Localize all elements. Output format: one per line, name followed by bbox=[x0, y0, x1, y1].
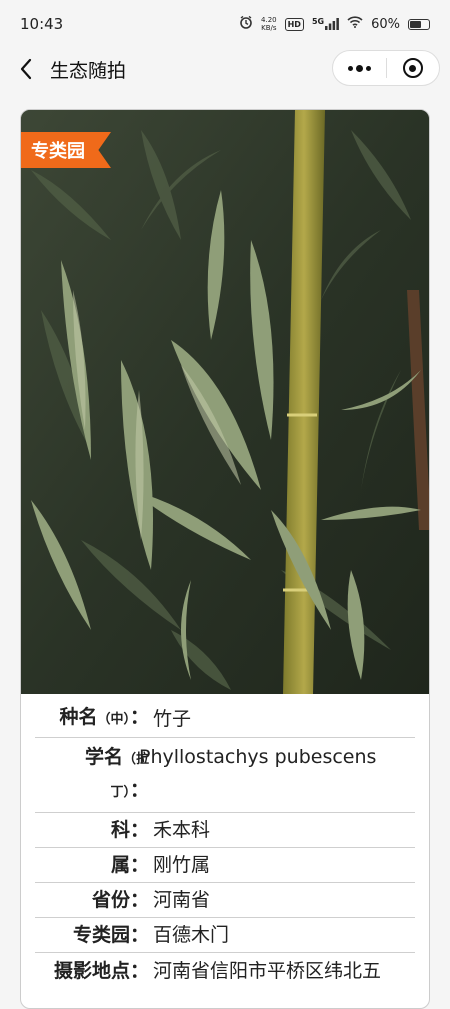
chevron-left-icon[interactable] bbox=[12, 51, 40, 87]
info-label: 省份： bbox=[35, 887, 149, 913]
label-colon: ： bbox=[129, 779, 149, 801]
alarm-icon bbox=[239, 15, 253, 33]
net-speed-unit: KB/s bbox=[261, 24, 277, 32]
label-main: 摄影地点 bbox=[53, 959, 130, 982]
mini-program-capsule bbox=[332, 50, 440, 86]
status-time: 10:43 bbox=[20, 15, 64, 33]
info-label: 种名（中）： bbox=[35, 704, 149, 733]
label-colon: ： bbox=[129, 959, 149, 982]
info-value: 竹子 bbox=[153, 707, 192, 730]
info-row-location: 摄影地点： 河南省信阳市平桥区纬北五 bbox=[35, 953, 415, 988]
label-main: 省份 bbox=[91, 889, 130, 911]
net-speed-value: 4.20 bbox=[261, 16, 277, 24]
info-row-family: 科： 禾本科 bbox=[35, 813, 415, 848]
observation-card: 专类园 种名（中）： 竹子 学名（拉 丁）： Phyllostachys pub… bbox=[20, 109, 430, 1009]
nav-bar: 生态随拍 bbox=[0, 48, 450, 90]
info-label: 学名（拉 丁）： bbox=[35, 742, 149, 808]
label-colon: ： bbox=[129, 706, 149, 728]
label-colon: ： bbox=[129, 854, 149, 876]
label-colon: ： bbox=[129, 889, 149, 911]
label-sub: 丁） bbox=[110, 785, 130, 800]
info-label: 属： bbox=[35, 852, 149, 878]
page-title: 生态随拍 bbox=[50, 59, 127, 82]
info-value: Phyllostachys pubescens bbox=[139, 746, 377, 768]
label-main: 科 bbox=[110, 819, 130, 841]
close-button[interactable] bbox=[387, 51, 440, 85]
info-value: 百德木门 bbox=[153, 924, 230, 946]
label-main: 学名 bbox=[84, 746, 123, 768]
info-row-garden: 专类园： 百德木门 bbox=[35, 918, 415, 953]
info-row-latin-name: 学名（拉 丁）： Phyllostachys pubescens bbox=[35, 738, 415, 813]
battery-percent: 60% bbox=[371, 16, 400, 32]
info-value: 河南省 bbox=[153, 889, 211, 911]
target-circle-icon bbox=[402, 58, 423, 78]
info-value: 刚竹属 bbox=[153, 854, 211, 876]
info-row-province: 省份： 河南省 bbox=[35, 883, 415, 918]
info-label: 摄影地点： bbox=[35, 958, 149, 984]
wifi-icon bbox=[347, 16, 363, 32]
label-main: 种名 bbox=[59, 706, 98, 728]
status-icons: 4.20 KB/s HD 5G 60% bbox=[239, 15, 430, 33]
label-main: 属 bbox=[110, 854, 130, 876]
info-value: 河南省信阳市平桥区纬北五 bbox=[153, 959, 382, 982]
label-main: 专类园 bbox=[72, 924, 130, 946]
more-dots-icon bbox=[347, 64, 371, 72]
info-label: 专类园： bbox=[35, 922, 149, 948]
category-badge: 专类园 bbox=[21, 132, 111, 168]
battery-icon bbox=[408, 18, 430, 30]
5g-signal-icon: 5G bbox=[312, 18, 339, 30]
label-sub: （中） bbox=[97, 712, 130, 727]
hd-icon: HD bbox=[284, 17, 304, 31]
net-speed: 4.20 KB/s bbox=[261, 16, 277, 32]
species-info-table: 种名（中）： 竹子 学名（拉 丁）： Phyllostachys pubesce… bbox=[21, 694, 429, 988]
info-row-genus: 属： 刚竹属 bbox=[35, 848, 415, 883]
more-button[interactable] bbox=[333, 51, 386, 85]
5g-label: 5G bbox=[311, 17, 325, 26]
bamboo-photo-illustration bbox=[21, 110, 429, 694]
info-label: 科： bbox=[35, 817, 149, 843]
info-row-common-name: 种名（中）： 竹子 bbox=[35, 700, 415, 738]
species-photo[interactable]: 专类园 bbox=[21, 110, 429, 694]
label-colon: ： bbox=[129, 819, 149, 841]
info-value: 禾本科 bbox=[153, 819, 211, 841]
status-bar: 10:43 4.20 KB/s HD 5G 60% bbox=[0, 0, 450, 48]
label-colon: ： bbox=[129, 924, 149, 946]
